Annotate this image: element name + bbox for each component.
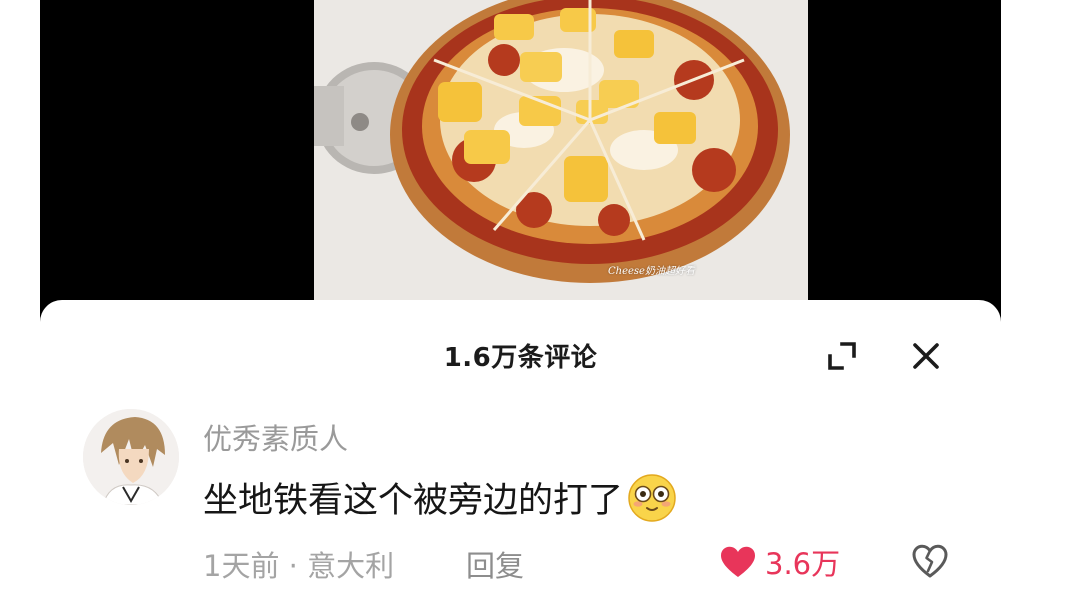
comment-body: 坐地铁看这个被旁边的打了 <box>203 472 677 523</box>
video-frame <box>314 0 808 330</box>
video-watermark: Cheese奶油超好看 <box>608 266 695 277</box>
dislike-button[interactable] <box>910 541 950 581</box>
comment-location: 意大利 <box>307 549 395 583</box>
comment-meta: 1天前 · 意大利 <box>203 543 394 585</box>
pineapple-pizza-image <box>314 0 808 330</box>
comment-username[interactable]: 优秀素质人 <box>203 416 348 458</box>
like-button[interactable]: 3.6万 <box>719 540 840 584</box>
reply-button[interactable]: 回复 <box>466 543 524 585</box>
comment-text: 坐地铁看这个被旁边的打了 <box>203 481 624 521</box>
expand-icon <box>828 342 856 370</box>
flushed-emoji-icon <box>628 473 676 522</box>
screen: Cheese奶油超好看 1.6万条评论 优秀素质人 坐地铁看这个被旁边的打了 1… <box>0 0 1080 606</box>
expand-button[interactable] <box>822 336 862 376</box>
like-count: 3.6万 <box>765 547 841 581</box>
close-icon <box>913 343 939 369</box>
user-avatar-image <box>83 409 179 505</box>
heart-icon <box>721 546 755 577</box>
close-button[interactable] <box>906 336 946 376</box>
broken-heart-icon <box>912 544 948 578</box>
avatar[interactable] <box>83 409 179 505</box>
video-player[interactable]: Cheese奶油超好看 <box>40 0 1001 330</box>
comment-time: 1天前 <box>203 549 280 583</box>
meta-separator: · <box>288 549 298 583</box>
